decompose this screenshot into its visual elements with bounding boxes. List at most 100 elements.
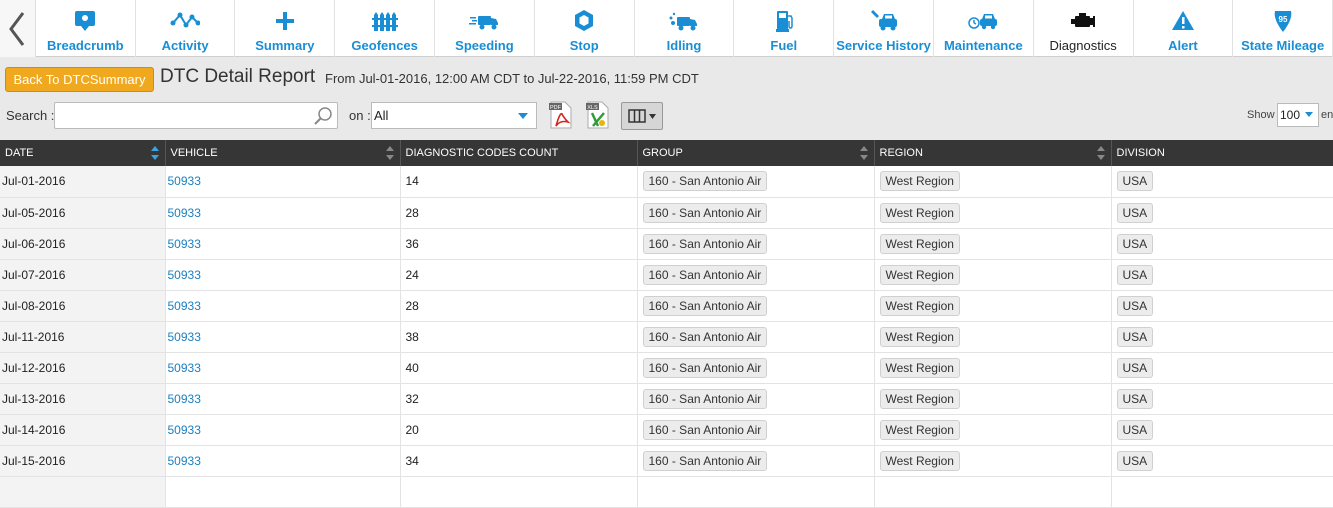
top-nav: Breadcrumb Activity Summary Geofences Sp… — [0, 0, 1333, 57]
cell-date: Jul-08-2016 — [0, 290, 166, 322]
cell-division: USA — [1111, 228, 1333, 260]
column-header-region[interactable]: REGION — [874, 140, 1112, 166]
cell-date: Jul-15-2016 — [0, 445, 166, 477]
nav-label: Activity — [161, 38, 209, 53]
vehicle-link[interactable]: 50933 — [165, 166, 401, 198]
cell-region: West Region — [874, 445, 1112, 477]
cell-region: West Region — [874, 197, 1112, 229]
cell-division: USA — [1111, 321, 1333, 353]
search-icon[interactable] — [313, 106, 333, 126]
cell-group: 160 - San Antonio Air — [637, 290, 875, 322]
page-size-select[interactable]: 100 — [1277, 103, 1319, 127]
alert-icon — [1171, 11, 1194, 30]
nav-label: Alert — [1168, 38, 1198, 53]
division-badge: USA — [1116, 450, 1154, 471]
vehicle-link[interactable]: 50933 — [165, 259, 401, 291]
region-badge: West Region — [879, 202, 960, 223]
region-badge: West Region — [879, 388, 960, 409]
nav-item-state-mileage[interactable]: 95 State Mileage — [1233, 0, 1333, 57]
report-header-panel: Back To DTCSummary DTC Detail Report Fro… — [0, 57, 1333, 140]
column-header-date[interactable]: DATE — [0, 140, 166, 166]
cell-group: 160 - San Antonio Air — [637, 321, 875, 353]
maintenance-car-icon — [968, 14, 998, 30]
search-input[interactable] — [54, 102, 338, 129]
search-column-select[interactable]: All — [371, 102, 537, 129]
empty-cell — [1111, 476, 1333, 508]
vehicle-link[interactable]: 50933 — [165, 383, 401, 415]
search-on-label: on : — [349, 108, 371, 123]
column-header-diagnostic-codes-count[interactable]: DIAGNOSTIC CODES COUNT — [400, 140, 638, 166]
cell-date: Jul-05-2016 — [0, 197, 166, 229]
vehicle-link[interactable]: 50933 — [165, 352, 401, 384]
cell-region: West Region — [874, 166, 1112, 198]
group-badge: 160 - San Antonio Air — [642, 233, 768, 254]
nav-label: Maintenance — [943, 38, 1023, 53]
column-header-vehicle[interactable]: VEHICLE — [165, 140, 401, 166]
empty-cell — [874, 476, 1112, 508]
table-row: Jul-14-2016 50933 20 160 - San Antonio Air W… — [0, 414, 1333, 446]
nav-item-activity[interactable]: Activity — [136, 0, 236, 57]
cell-group: 160 - San Antonio Air — [637, 383, 875, 415]
sort-ascending-icon — [150, 146, 159, 160]
cell-region: West Region — [874, 383, 1112, 415]
column-header-group[interactable]: GROUP — [637, 140, 875, 166]
cell-division: USA — [1111, 383, 1333, 415]
back-to-dtc-summary-button[interactable]: Back To DTCSummary — [5, 67, 154, 92]
nav-item-geofences[interactable]: Geofences — [335, 0, 436, 57]
nav-item-speeding[interactable]: Speeding — [435, 0, 535, 57]
vehicle-link[interactable]: 50933 — [165, 414, 401, 446]
cell-codes-count: 24 — [400, 259, 638, 291]
nav-item-breadcrumb[interactable]: Breadcrumb — [36, 0, 136, 57]
cell-codes-count: 40 — [400, 352, 638, 384]
interstate-shield-icon: 95 — [1274, 11, 1292, 32]
nav-label: Diagnostics — [1049, 38, 1117, 53]
cell-region: West Region — [874, 414, 1112, 446]
nav-label: Idling — [666, 38, 702, 53]
group-badge: 160 - San Antonio Air — [642, 264, 768, 285]
division-badge: USA — [1116, 233, 1154, 254]
cell-group: 160 - San Antonio Air — [637, 445, 875, 477]
speeding-truck-icon — [469, 16, 499, 30]
region-badge: West Region — [879, 419, 960, 440]
group-badge: 160 - San Antonio Air — [642, 171, 768, 192]
column-visibility-button[interactable] — [621, 102, 663, 130]
table-header-row: DATE VEHICLE DIAGNOSTIC CODES COUNT GROU… — [0, 140, 1333, 166]
nav-label: Breadcrumb — [47, 38, 124, 53]
nav-item-service-history[interactable]: Service History — [834, 0, 934, 57]
cell-date: Jul-01-2016 — [0, 166, 166, 198]
vehicle-link[interactable]: 50933 — [165, 197, 401, 229]
nav-item-summary[interactable]: Summary — [235, 0, 336, 57]
nav-item-diagnostics[interactable]: Diagnostics — [1034, 0, 1134, 57]
vehicle-link[interactable]: 50933 — [165, 290, 401, 322]
nav-item-maintenance[interactable]: Maintenance — [934, 0, 1034, 57]
column-header-division[interactable]: DIVISION — [1111, 140, 1333, 166]
plus-icon — [275, 12, 294, 30]
group-badge: 160 - San Antonio Air — [642, 295, 768, 316]
sort-icon — [385, 146, 394, 160]
xls-export-icon[interactable]: XLS — [585, 100, 611, 130]
vehicle-link[interactable]: 50933 — [165, 228, 401, 260]
division-badge: USA — [1116, 357, 1154, 378]
table-row: Jul-15-2016 50933 34 160 - San Antonio Air W… — [0, 445, 1333, 477]
page-title: DTC Detail Report — [160, 66, 316, 87]
nav-item-idling[interactable]: Idling — [635, 0, 735, 57]
nav-item-alert[interactable]: Alert — [1134, 0, 1234, 57]
search-label: Search : — [6, 108, 55, 123]
table-row: Jul-07-2016 50933 24 160 - San Antonio Air W… — [0, 259, 1333, 291]
vehicle-link[interactable]: 50933 — [165, 445, 401, 477]
vehicle-link[interactable]: 50933 — [165, 321, 401, 353]
cell-group: 160 - San Antonio Air — [637, 166, 875, 198]
cell-codes-count: 20 — [400, 414, 638, 446]
pdf-export-icon[interactable]: PDF — [548, 100, 574, 130]
nav-item-fuel[interactable]: Fuel — [734, 0, 835, 57]
empty-cell — [400, 476, 638, 508]
xls-badge: XLS — [587, 105, 598, 111]
nav-back-button[interactable] — [0, 0, 36, 57]
group-badge: 160 - San Antonio Air — [642, 202, 768, 223]
group-badge: 160 - San Antonio Air — [642, 450, 768, 471]
cell-codes-count: 28 — [400, 290, 638, 322]
pdf-badge: PDF — [550, 105, 562, 111]
nav-item-stop[interactable]: Stop — [535, 0, 635, 57]
nav-label: Speeding — [455, 38, 514, 53]
region-badge: West Region — [879, 326, 960, 347]
